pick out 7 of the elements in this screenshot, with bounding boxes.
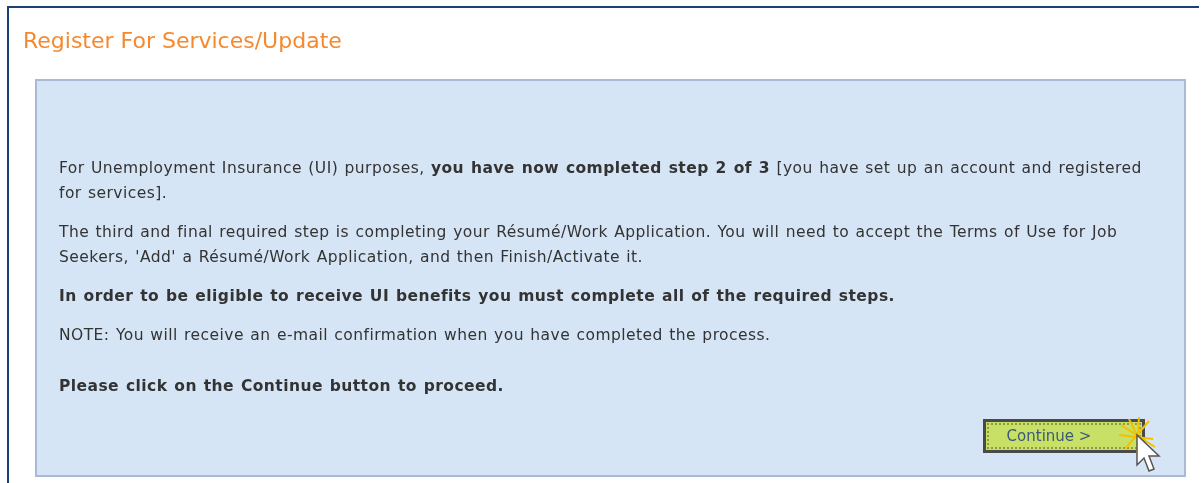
info-text: In order to be eligible to receive UI benefits you must complete all of the required steps. [59,286,896,307]
info-text: The third and final required step is completing your Résumé/Work Application. You will need to accept the Terms of Use for Job Seekers, 'Add' a Résumé/Work Application, and then Finish/Activate it. [59,222,1119,268]
info-text: NOTE: You will receive an e-mail confirmation when you have completed the process. [59,325,772,346]
info-text: For Unemployment Insurance (UI) purposes, you have now completed step 2 of 3 [you have set up an account and registered for services]. [59,158,1143,204]
continue-button[interactable]: Continue > [983,419,1145,453]
page-title: Register For Services/Update [22,27,343,55]
info-text: Please click on the Continue button to proceed. [59,376,505,397]
